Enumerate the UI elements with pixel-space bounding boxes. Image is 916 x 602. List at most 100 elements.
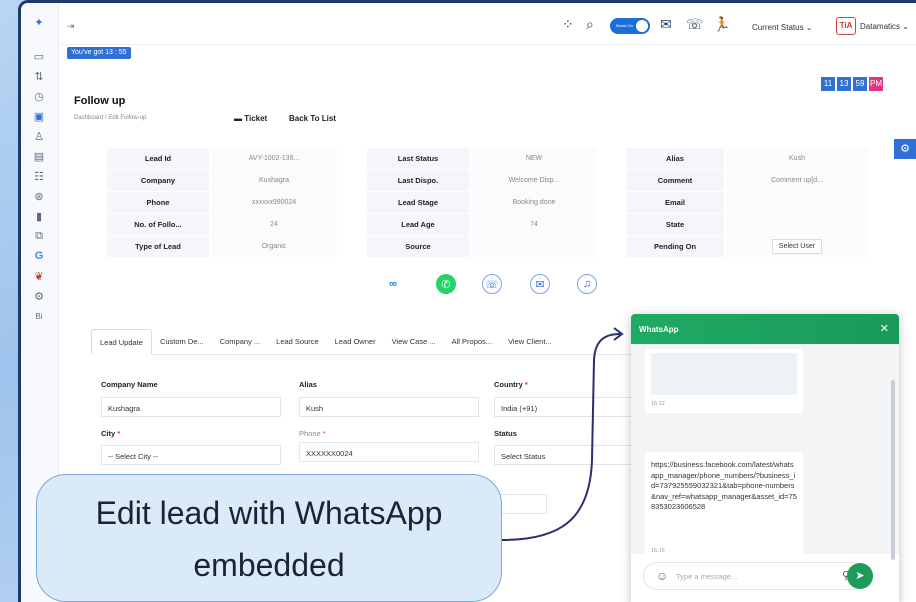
caption-callout: Edit lead with WhatsApp embedded [36,474,502,602]
settings-gear-icon[interactable]: ⚙ [894,139,916,159]
lead-info-col1: Lead Id AVY-1002-136... Company Kushagra P… [107,148,337,258]
call-icon[interactable]: ☏ [482,274,502,294]
followups-label: No. of Follo... [107,214,211,235]
logo-icon[interactable]: ✦ [32,15,46,29]
clock-icon[interactable]: ◷ [32,89,46,103]
alias-input[interactable]: Kush [299,397,479,417]
pending-on-label: Pending On [626,236,726,257]
clock-ampm: PM [869,77,883,91]
mail-icon[interactable]: ✉ [660,16,672,33]
close-icon[interactable]: ✕ [880,322,889,335]
collapse-sidebar-icon[interactable]: ⇥ [67,21,75,32]
google-icon[interactable]: G [32,249,46,263]
clock-minutes: 13 [837,77,851,91]
company-name-input[interactable]: Kushagra [101,397,281,417]
comment-label: Comment [626,170,726,191]
clock-seconds: 59 [853,77,867,91]
settings-icon[interactable]: ⚙ [32,289,46,303]
tab-view-case[interactable]: View Case ... [384,329,444,355]
breadcrumb[interactable]: Dashboard / Edit Follow-up [74,115,146,121]
phone-icon[interactable]: ☏ [686,16,704,33]
copy-icon[interactable]: ⧉ [32,229,46,243]
state-label: State [626,214,726,235]
ticket-link[interactable]: ▬ Ticket [234,114,267,123]
followup-icon[interactable]: ▣ [32,109,46,123]
current-status-dropdown[interactable]: Current Status ⌄ [752,23,813,32]
session-timer: You've got 13 : 55 [67,47,131,59]
lead-info-col2: Last Status NEW Last Dispo. Welcome Disp..… [367,148,597,258]
image-message[interactable]: 16:12 [645,349,803,413]
whatsapp-panel: WhatsApp ✕ 16:12 https://business.facebo… [631,314,899,602]
apps-icon[interactable]: ⁘ [562,16,574,33]
tab-all-proposals[interactable]: All Propos... [444,329,500,355]
alias-label: Alias [626,148,726,169]
followups-value: 24 [211,214,337,235]
country-label: Country * [494,380,528,389]
lead-stage-label: Lead Stage [367,192,471,213]
lead-id-value: AVY-1002-136... [211,148,337,169]
pending-on-select[interactable]: Select User [771,239,823,254]
caption-line-2: embedded [193,547,345,583]
lead-info-col3: Alias Kush Comment Comment up[d... Email S… [626,148,868,258]
lead-type-label: Type of Lead [107,236,211,257]
lead-age-value: 74 [471,214,597,235]
message-text: https://business.facebook.com/latest/wha… [651,460,797,511]
last-dispo-label: Last Dispo. [367,170,471,191]
integration-icon[interactable]: ❦ [32,269,46,283]
caption-line-1: Edit lead with WhatsApp [95,495,443,531]
team-icon[interactable]: ☷ [32,169,46,183]
phone-field-label: Phone * [299,429,326,438]
phone-value: xxxxxx990024 [211,192,337,213]
search-icon[interactable]: ⌕ [586,16,594,33]
flow-icon[interactable]: ⇅ [32,69,46,83]
break-toggle[interactable]: Break On [610,18,650,34]
agent-icon[interactable]: 🏃 [713,16,730,33]
email-label: Email [626,192,726,213]
message-placeholder: Type a message... [676,572,738,581]
send-button[interactable]: ➤ [847,563,873,589]
tab-lead-source[interactable]: Lead Source [268,329,327,355]
alias-field-label: Alias [299,380,317,389]
lead-type-value: Organic [211,236,337,257]
lead-id-label: Lead Id [107,148,211,169]
ticket-icon: ▬ [234,114,245,123]
document-icon[interactable]: ▤ [32,149,46,163]
tab-lead-owner[interactable]: Lead Owner [327,329,384,355]
top-bar: ⇥ ⁘ ⌕ Break On ✉ ☏ 🏃 Current Status ⌄ Ti… [59,3,916,45]
company-label: Company [107,170,211,191]
meta-icon[interactable]: ∞ [383,274,403,294]
chart-icon[interactable]: ▮ [32,209,46,223]
network-icon[interactable]: ⊛ [32,189,46,203]
lead-stage-value: Booking done [471,192,597,213]
lead-tabs: Lead Update Custom De... Company ... Lea… [91,329,651,355]
last-status-label: Last Status [367,148,471,169]
org-dropdown[interactable]: Datamatics ⌄ [860,22,909,31]
last-dispo-value: Welcome Disp... [471,170,597,191]
bi-icon[interactable]: Bi [32,309,46,323]
phone-label: Phone [107,192,211,213]
clock-hours: 11 [821,77,835,91]
dashboard-icon[interactable]: ▭ [32,49,46,63]
voice-icon[interactable]: ♫ [577,274,597,294]
message-input[interactable]: ☺ Type a message... ⚲ [643,562,865,590]
phone-input[interactable]: XXXXXX0024 [299,442,479,462]
status-select[interactable]: Select Status [494,445,634,465]
source-value [471,236,597,257]
chat-scrollbar[interactable] [891,380,895,560]
user-icon[interactable]: ♙ [32,129,46,143]
emoji-icon[interactable]: ☺ [656,569,668,583]
city-select[interactable]: -- Select City -- [101,445,281,465]
country-select[interactable]: India (+91) [494,397,634,417]
state-value [726,214,868,235]
tab-company[interactable]: Company ... [212,329,268,355]
text-message: https://business.facebook.com/latest/wha… [645,452,803,556]
whatsapp-icon[interactable]: ✆ [436,274,456,294]
sms-icon[interactable]: ✉ [530,274,550,294]
tab-lead-update[interactable]: Lead Update [91,329,152,355]
company-name-label: Company Name [101,380,158,389]
tab-view-client[interactable]: View Client... [500,329,560,355]
tab-custom-details[interactable]: Custom De... [152,329,212,355]
back-to-list-link[interactable]: Back To List [289,114,336,123]
alias-value: Kush [726,148,868,169]
source-label: Source [367,236,471,257]
